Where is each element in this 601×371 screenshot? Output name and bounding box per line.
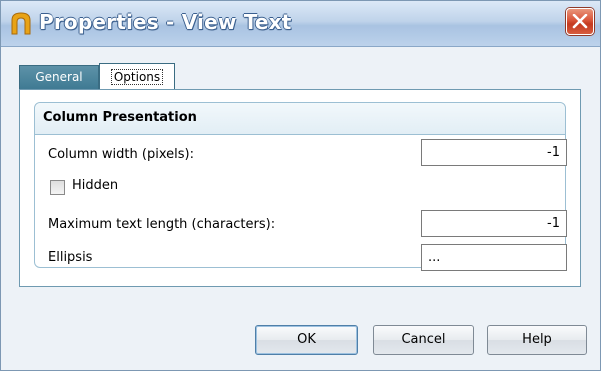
title-bar[interactable]: Properties - View Text [1,1,600,47]
help-button[interactable]: Help [487,325,587,355]
hidden-checkbox[interactable] [50,180,65,195]
window-title: Properties - View Text [39,10,292,34]
group-title: Column Presentation [43,110,197,125]
ok-button[interactable]: OK [255,325,358,355]
group-header: Column Presentation [35,103,565,135]
tab-options[interactable]: Options [99,63,175,91]
tab-options-label: Options [110,69,164,85]
ellipsis-field[interactable] [421,244,567,271]
close-button[interactable] [566,8,594,35]
options-tab-panel: Column Presentation Column width (pixels… [19,89,581,287]
ellipsis-label: Ellipsis [48,250,93,265]
properties-dialog: Properties - View Text General Options C… [0,0,601,371]
cancel-button[interactable]: Cancel [373,325,474,355]
column-presentation-group: Column Presentation Column width (pixels… [34,102,567,271]
column-width-label: Column width (pixels): [48,147,194,162]
column-width-field[interactable] [421,139,567,166]
max-text-length-field[interactable] [421,210,567,237]
tab-general[interactable]: General [19,65,99,89]
hidden-label: Hidden [72,178,119,193]
close-icon [572,14,588,29]
max-text-length-label: Maximum text length (characters): [48,217,276,232]
app-arch-icon [11,12,31,35]
